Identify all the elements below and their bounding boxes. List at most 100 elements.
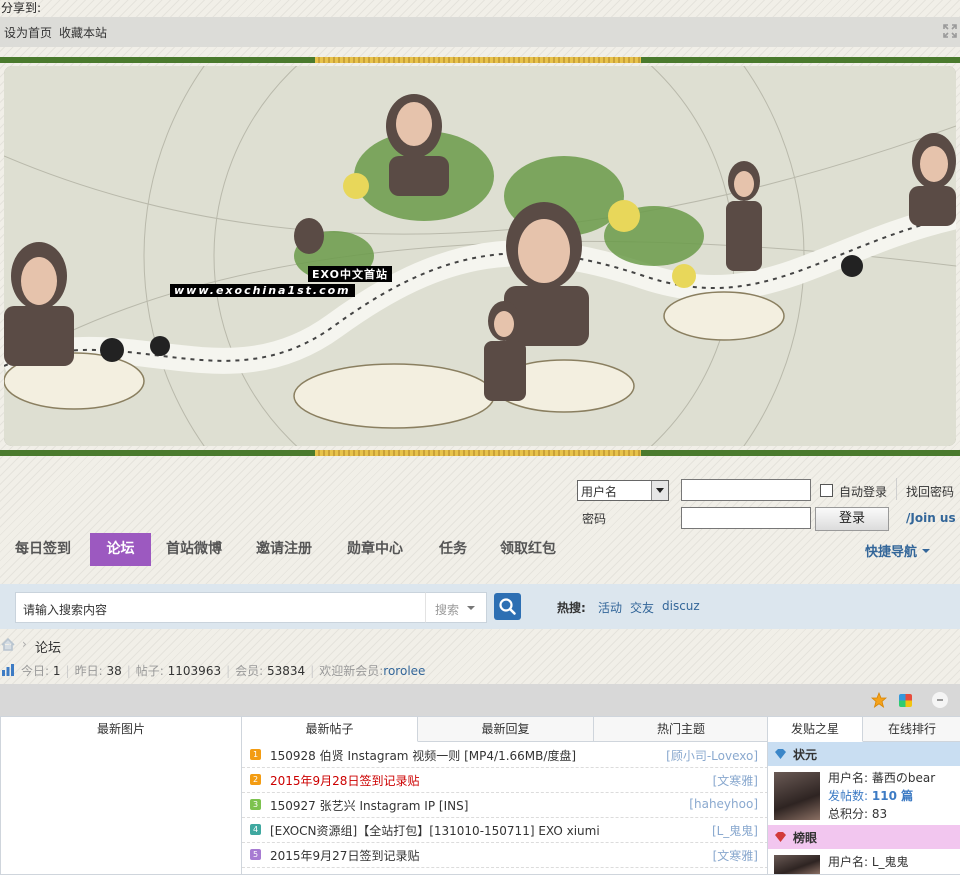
diamond-icon (775, 749, 786, 759)
username-field[interactable] (681, 479, 811, 501)
fullscreen-icon[interactable] (943, 24, 957, 38)
stat-posts: 1103963 (167, 664, 222, 678)
stats-icon (2, 664, 14, 676)
nav-item-checkin[interactable]: 每日签到 (15, 533, 71, 566)
post-author[interactable]: [顾小司-Lovexo] (666, 747, 758, 764)
nav-item-weibo[interactable]: 首站微博 (166, 533, 222, 566)
rank-badge: 5 (250, 849, 261, 860)
rank-header-first: 状元 (768, 742, 960, 766)
rank-badge: 4 (250, 824, 261, 835)
posting-stars-panel: 发贴之星 在线排行 状元 用户名: 蕃西のbear 发帖数: 110 篇 总积分… (767, 716, 960, 875)
forgot-password-link[interactable]: 找回密码 (906, 483, 954, 500)
main-nav: 每日签到 论坛 首站微博 邀请注册 勋章中心 任务 领取红包 (0, 533, 960, 567)
post-row[interactable]: 2 2015年9月28日签到记录贴 [文寒雅] (242, 767, 768, 793)
hot-link-discuz[interactable]: discuz (662, 599, 700, 613)
chevron-down-icon (651, 481, 668, 500)
password-field[interactable] (681, 507, 811, 529)
forum-stats: 今日: 1 | 昨日: 38 | 帖子: 1103963 | 会员: 53834 | 欢迎新会员… (21, 664, 426, 678)
banner-logo-text: EXO中文首站 (308, 266, 392, 282)
nav-item-invite[interactable]: 邀请注册 (256, 533, 312, 566)
post-title[interactable]: [EXOCN资源组]【全站打包】[131010-150711] EXO xium… (270, 822, 600, 839)
stat-yesterday: 38 (106, 664, 122, 678)
post-row[interactable]: 5 2015年9月27日签到记录贴 [文寒雅] (242, 842, 768, 868)
portal-header (0, 684, 960, 716)
banner-artwork (4, 66, 956, 446)
set-home-link[interactable]: 设为首页 (4, 24, 52, 41)
stat-members: 53834 (267, 664, 306, 678)
hot-link-friends[interactable]: 交友 (630, 599, 654, 616)
tab-latest-replies[interactable]: 最新回复 (418, 717, 594, 741)
nav-item-medals[interactable]: 勋章中心 (347, 533, 403, 566)
search-input[interactable]: 请输入搜索内容 (15, 592, 427, 623)
post-row[interactable]: 3 150927 张艺兴 Instagram IP [INS] [haheyho… (242, 792, 768, 818)
post-author[interactable]: [L_鬼鬼] (712, 822, 758, 839)
search-button[interactable] (494, 593, 521, 620)
rank-header-second: 榜眼 (768, 825, 960, 849)
post-row[interactable]: 4 [EXOCN资源组]【全站打包】[131010-150711] EXO xi… (242, 817, 768, 843)
autologin-label: 自动登录 (839, 485, 888, 499)
avatar[interactable] (774, 855, 820, 874)
star-info: 用户名: 蕃西のbear 发帖数: 110 篇 总积分: 83 (828, 771, 936, 821)
join-link[interactable]: /Join us (906, 511, 956, 525)
rank-badge: 3 (250, 799, 261, 810)
breadcrumb-separator: › (22, 637, 27, 651)
collapse-icon[interactable] (932, 692, 948, 708)
login-button[interactable]: 登录 (815, 507, 889, 531)
tab-latest-pictures[interactable]: 最新图片 (1, 717, 241, 742)
login-type-select[interactable]: 用户名 (577, 480, 669, 501)
quick-nav-button[interactable]: 快捷导航 (865, 541, 917, 560)
post-author[interactable]: [文寒雅] (713, 847, 758, 864)
newest-member-link[interactable]: rorolee (383, 664, 425, 678)
home-icon[interactable] (1, 638, 15, 651)
post-author[interactable]: [haheyhoo] (689, 797, 758, 811)
nav-item-redpacket[interactable]: 领取红包 (500, 533, 556, 566)
login-divider (896, 478, 897, 500)
rank-badge: 1 (250, 749, 261, 760)
bookmark-link[interactable]: 收藏本站 (59, 24, 107, 41)
star-post-count: 110 篇 (871, 789, 914, 803)
tab-latest-posts[interactable]: 最新帖子 (242, 717, 418, 742)
autologin-checkbox[interactable] (820, 484, 833, 497)
post-title[interactable]: 150928 伯贤 Instagram 视频一则 [MP4/1.66MB/度盘] (270, 747, 576, 764)
banner-url-text: www.exochina1st.com (170, 284, 355, 297)
rank-title: 状元 (793, 748, 818, 762)
star-username[interactable]: L_鬼鬼 (872, 855, 909, 869)
post-author[interactable]: [文寒雅] (713, 772, 758, 789)
hot-link-activity[interactable]: 活动 (598, 599, 622, 616)
search-type-label: 搜索 (435, 603, 460, 617)
tab-online-ranking[interactable]: 在线排行 (863, 717, 960, 741)
search-icon (499, 598, 516, 615)
star-score: 83 (871, 807, 888, 821)
breadcrumb-forum: 论坛 (35, 641, 62, 656)
post-title[interactable]: 150927 张艺兴 Instagram IP [INS] (270, 797, 468, 814)
diamond-icon (775, 832, 786, 842)
latest-posts-panel: 最新帖子 最新回复 热门主题 1 150928 伯贤 Instagram 视频一… (241, 716, 769, 875)
hot-search-label: 热搜: (557, 601, 586, 615)
post-title[interactable]: 2015年9月27日签到记录贴 (270, 847, 419, 864)
post-row[interactable]: 1 150928 伯贤 Instagram 视频一则 [MP4/1.66MB/度… (242, 742, 768, 768)
caret-down-icon (922, 549, 930, 553)
top-toolbar: 设为首页 收藏本站 (0, 17, 960, 47)
tab-posting-stars[interactable]: 发贴之星 (768, 717, 863, 742)
search-placeholder: 请输入搜索内容 (23, 603, 108, 617)
latest-pictures-panel: 最新图片 (0, 716, 242, 875)
rank-title: 榜眼 (793, 831, 818, 845)
chevron-down-icon (467, 606, 475, 610)
color-palette-icon[interactable] (899, 694, 912, 707)
banner-stripe-bottom (0, 450, 960, 456)
star-icon[interactable] (871, 692, 887, 708)
rank-badge: 2 (250, 774, 261, 785)
post-title[interactable]: 2015年9月28日签到记录贴 (270, 772, 419, 789)
avatar[interactable] (774, 772, 820, 820)
banner-stripe-top (0, 57, 960, 63)
nav-item-tasks[interactable]: 任务 (439, 533, 467, 566)
search-type-select[interactable]: 搜索 (425, 592, 487, 623)
login-type-value: 用户名 (581, 485, 618, 499)
password-label: 密码 (582, 512, 607, 526)
nav-item-forum[interactable]: 论坛 (90, 533, 151, 566)
share-label: 分享到: (1, 1, 42, 15)
tab-hot-topics[interactable]: 热门主题 (594, 717, 768, 741)
star-username[interactable]: 蕃西のbear (872, 771, 935, 785)
stat-today: 1 (52, 664, 61, 678)
site-banner[interactable]: EXO中文首站 www.exochina1st.com (4, 66, 956, 446)
